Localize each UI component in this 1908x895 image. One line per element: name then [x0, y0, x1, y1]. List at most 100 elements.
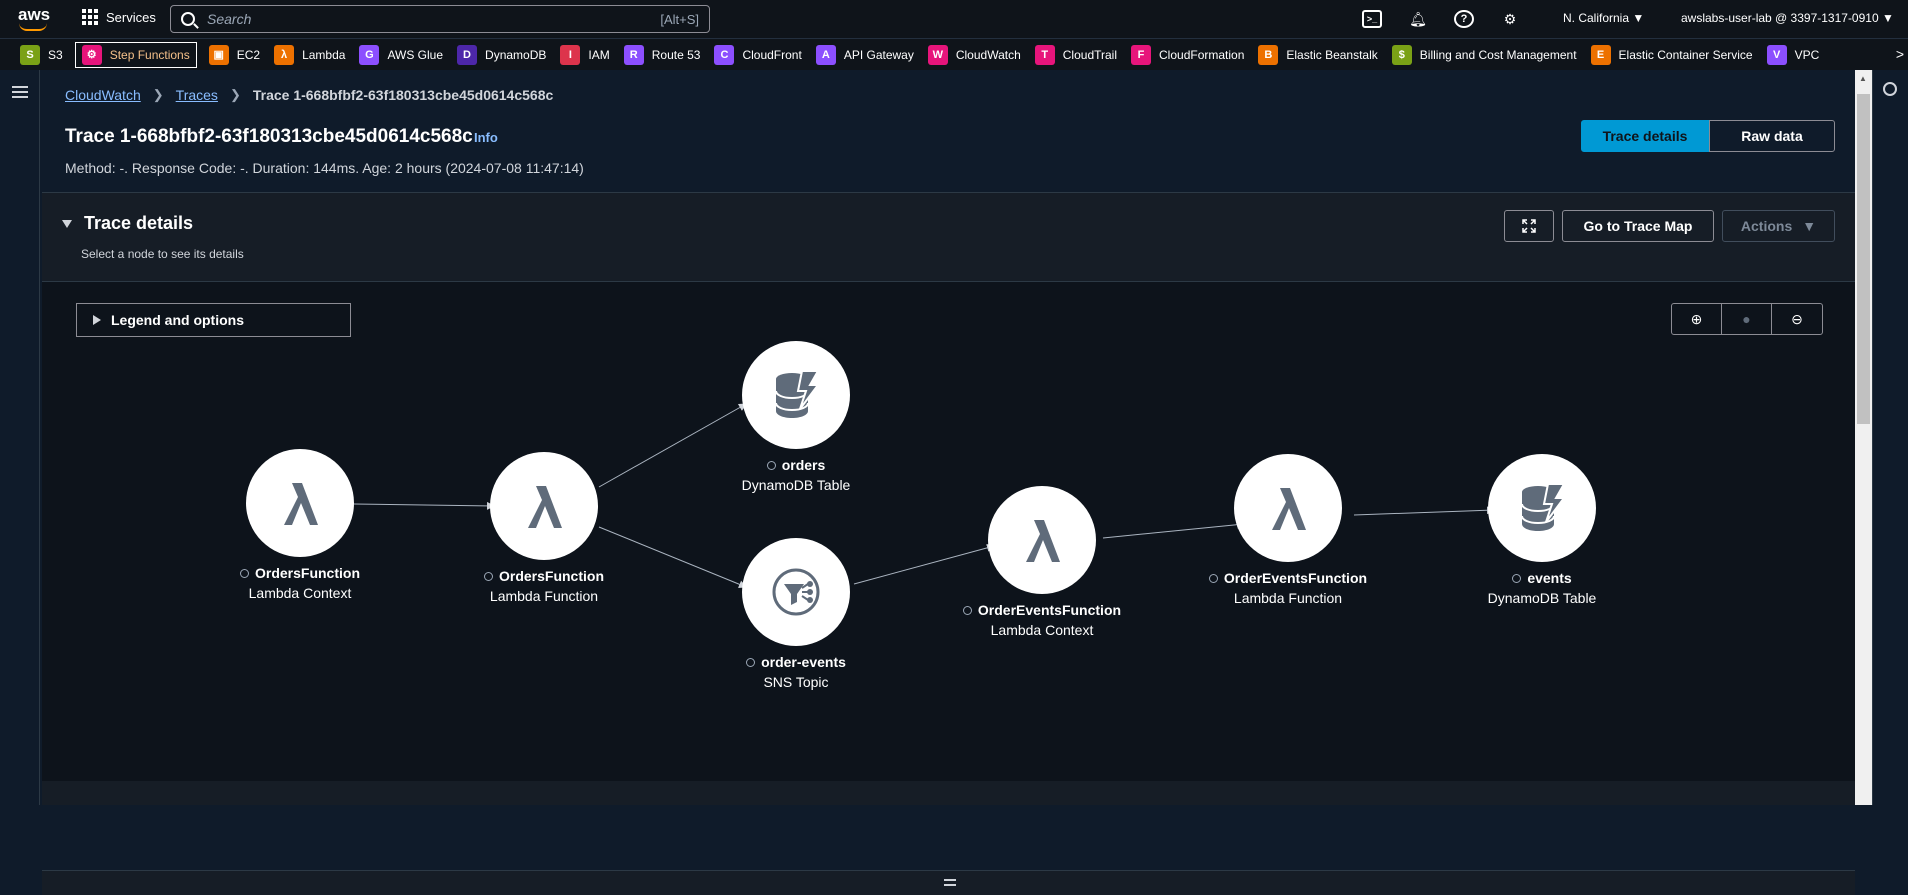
graph-node-ordereventsfunction[interactable] — [1234, 454, 1342, 562]
favorite-api-gateway[interactable]: A API Gateway — [814, 42, 916, 68]
lambda-icon: λ — [274, 44, 295, 65]
graph-node-order-events[interactable] — [742, 538, 850, 646]
favorite-label: S3 — [48, 47, 63, 62]
drag-handle-icon — [944, 879, 956, 886]
favorite-cloudformation[interactable]: F CloudFormation — [1129, 42, 1246, 68]
node-name: events — [1432, 570, 1652, 586]
expand-icon — [1522, 219, 1536, 233]
node-name: orders — [686, 457, 906, 473]
favorites-more-chevron-icon[interactable]: > — [1896, 46, 1904, 62]
breadcrumb-cloudwatch[interactable]: CloudWatch — [65, 87, 141, 103]
page-scrollbar[interactable]: ▲ — [1855, 70, 1872, 805]
favorite-billing-and-cost-management[interactable]: $ Billing and Cost Management — [1390, 42, 1579, 68]
tab-trace-details[interactable]: Trace details — [1581, 120, 1709, 152]
favorite-cloudtrail[interactable]: T CloudTrail — [1033, 42, 1119, 68]
favorite-label: Lambda — [302, 47, 346, 62]
vpc-icon: V — [1766, 44, 1787, 65]
breadcrumb: CloudWatch ❯ Traces ❯ Trace 1-668bfbf2-6… — [65, 87, 553, 103]
node-type: Lambda Context — [990, 622, 1094, 638]
caret-down-icon — [62, 219, 72, 228]
cloudformation-icon: F — [1131, 44, 1152, 65]
node-type: DynamoDB Table — [741, 477, 851, 493]
elastic-beanstalk-icon: B — [1258, 44, 1279, 65]
trace-details-container: Trace details Select a node to see its d… — [42, 192, 1855, 895]
chevron-right-icon: ❯ — [152, 87, 164, 102]
services-menu-button[interactable]: Services — [82, 9, 156, 25]
caret-down-icon: ▼ — [1802, 218, 1817, 234]
notifications-icon[interactable]: 🔔︎ — [1408, 10, 1428, 28]
favorite-ec2[interactable]: ▣ EC2 — [207, 42, 262, 68]
lambda-icon — [1272, 488, 1306, 530]
search-input[interactable] — [207, 11, 627, 27]
cloudshell-icon[interactable]: >_ — [1362, 10, 1382, 28]
graph-node-events[interactable] — [1488, 454, 1596, 562]
graph-node-orders[interactable] — [742, 341, 850, 449]
favorite-label: Billing and Cost Management — [1419, 47, 1577, 62]
fullscreen-button[interactable] — [1504, 210, 1554, 242]
node-name: order-events — [686, 654, 906, 670]
graph-node-label[interactable]: orders DynamoDB Table — [686, 457, 906, 493]
node-name-text: OrdersFunction — [498, 568, 604, 584]
account-menu[interactable]: awslabs-user-lab @ 3397-1317-0910 ▼ — [1681, 11, 1894, 25]
favorite-vpc[interactable]: V VPC — [1765, 42, 1822, 68]
favorite-elastic-container-service[interactable]: E Elastic Container Service — [1589, 42, 1755, 68]
favorite-label: VPC — [1794, 47, 1820, 62]
section-subtitle: Select a node to see its details — [81, 247, 244, 261]
scroll-up-arrow-icon[interactable]: ▲ — [1859, 74, 1867, 83]
favorite-label: IAM — [588, 47, 610, 62]
trace-graph: Legend and options ⊕ ● ⊖ OrdersFunction L… — [42, 281, 1855, 895]
info-link[interactable]: Info — [474, 130, 498, 145]
route-53-icon: R — [623, 44, 644, 65]
help-icon[interactable]: ? — [1454, 10, 1474, 28]
tools-panel-icon[interactable] — [1883, 82, 1897, 96]
status-ring-icon — [483, 571, 493, 581]
ec2-icon: ▣ — [208, 44, 229, 65]
favorite-step-functions[interactable]: ⚙ Step Functions — [74, 41, 197, 68]
breadcrumb-current: Trace 1-668bfbf2-63f180313cbe45d0614c568… — [252, 87, 554, 103]
favorite-elastic-beanstalk[interactable]: B Elastic Beanstalk — [1256, 42, 1379, 68]
graph-node-label[interactable]: OrderEventsFunction Lambda Context — [932, 602, 1152, 638]
favorite-route-53[interactable]: R Route 53 — [622, 42, 703, 68]
favorite-label: API Gateway — [843, 47, 914, 62]
go-to-trace-map-button[interactable]: Go to Trace Map — [1562, 210, 1714, 242]
favorite-s3[interactable]: S S3 — [18, 42, 65, 68]
breadcrumb-traces[interactable]: Traces — [176, 87, 218, 103]
favorite-label: CloudTrail — [1062, 47, 1118, 62]
region-selector[interactable]: N. California ▼ — [1563, 11, 1644, 25]
actions-label: Actions — [1740, 218, 1793, 234]
aws-logo[interactable]: aws — [18, 5, 50, 33]
favorite-aws-glue[interactable]: G AWS Glue — [357, 42, 445, 68]
graph-node-ordersfunction[interactable] — [246, 449, 354, 557]
elastic-container-service-icon: E — [1590, 44, 1611, 65]
graph-node-label[interactable]: order-events SNS Topic — [686, 654, 906, 690]
favorite-cloudfront[interactable]: C CloudFront — [712, 42, 803, 68]
global-search[interactable]: [Alt+S] — [170, 5, 710, 33]
billing-and-cost-management-icon: $ — [1391, 44, 1412, 65]
resize-handle[interactable] — [42, 870, 1855, 895]
side-navigation-rail — [0, 70, 40, 805]
favorite-label: CloudWatch — [955, 47, 1021, 62]
lambda-icon — [528, 486, 562, 528]
scroll-thumb[interactable] — [1857, 94, 1870, 424]
favorite-cloudwatch[interactable]: W CloudWatch — [926, 42, 1023, 68]
graph-node-label[interactable]: OrderEventsFunction Lambda Function — [1178, 570, 1398, 606]
status-ring-icon — [239, 568, 249, 578]
node-type: Lambda Context — [248, 585, 352, 601]
favorite-lambda[interactable]: λ Lambda — [272, 42, 347, 68]
trace-details-toggle[interactable]: Trace details — [62, 213, 193, 234]
favorite-iam[interactable]: I IAM — [558, 42, 611, 68]
graph-node-label[interactable]: events DynamoDB Table — [1432, 570, 1652, 606]
chevron-right-icon: ❯ — [229, 87, 241, 102]
actions-dropdown[interactable]: Actions ▼ — [1722, 210, 1835, 242]
menu-hamburger-icon[interactable] — [12, 86, 28, 98]
settings-icon[interactable]: ⚙ — [1500, 10, 1520, 28]
graph-node-label[interactable]: OrdersFunction Lambda Context — [190, 565, 410, 601]
tab-raw-data[interactable]: Raw data — [1709, 120, 1835, 152]
favorite-dynamodb[interactable]: D DynamoDB — [455, 42, 548, 68]
graph-node-ordereventsfunction[interactable] — [988, 486, 1096, 594]
section-title: Trace details — [84, 213, 194, 233]
graph-node-ordersfunction[interactable] — [490, 452, 598, 560]
iam-icon: I — [560, 44, 581, 65]
tools-rail — [1872, 70, 1908, 805]
graph-node-label[interactable]: OrdersFunction Lambda Function — [434, 568, 654, 604]
